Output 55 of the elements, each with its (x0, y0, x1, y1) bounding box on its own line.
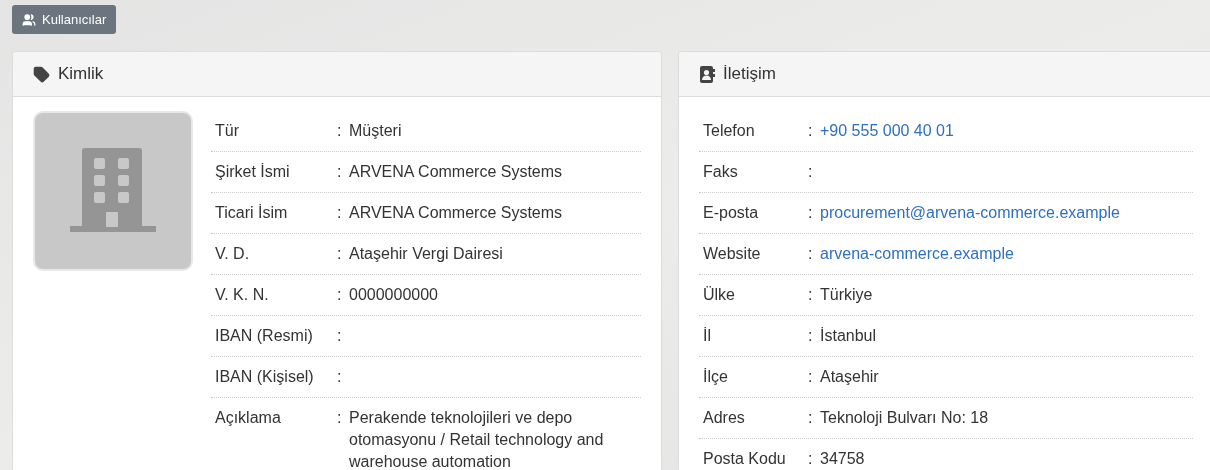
colon: : (808, 326, 814, 346)
building-icon (70, 148, 156, 234)
colon: : (337, 121, 343, 141)
field-label: Tür (215, 121, 240, 141)
tag-icon (33, 65, 50, 83)
field-value: ARVENA Commerce Systems (349, 203, 564, 223)
users-icon (22, 12, 36, 27)
colon: : (337, 162, 343, 182)
colon: : (808, 449, 814, 469)
field-label: Ülke (703, 285, 736, 305)
colon: : (337, 326, 343, 346)
link[interactable]: procurement@arvena-commerce.example (820, 203, 1189, 223)
address-book-icon (699, 65, 715, 83)
link[interactable]: arvena-commerce.example (820, 244, 1189, 264)
users-button[interactable]: Kullanıcılar (12, 5, 117, 34)
field-label: Posta Kodu (703, 449, 787, 469)
field-value: 0000000000 (349, 285, 439, 305)
field-value: Türkiye (820, 285, 874, 305)
field-label: Faks (703, 162, 739, 182)
field-value: Ataşehir Vergi Dairesi (349, 244, 504, 264)
field-label: Website (703, 244, 762, 264)
field-value: Teknoloji Bulvarı No: 18 (820, 408, 990, 428)
colon: : (808, 244, 814, 264)
field-label: IBAN (Resmi) (215, 326, 314, 346)
field-label: Ticari İsim (215, 203, 289, 223)
colon: : (808, 162, 814, 182)
field-label: İlçe (703, 367, 729, 387)
field-label: E-posta (703, 203, 760, 223)
colon: : (337, 203, 343, 223)
card-title: İletişim (723, 64, 776, 84)
colon: : (337, 408, 343, 428)
field-label: İl (703, 326, 712, 346)
field-label: Açıklama (215, 408, 282, 428)
colon: : (337, 244, 343, 264)
field-label: Adres (703, 408, 746, 428)
colon: : (808, 121, 814, 141)
colon: : (808, 367, 814, 387)
field-value: Ataşehir (820, 367, 880, 387)
colon: : (337, 367, 343, 387)
colon: : (808, 285, 814, 305)
field-value: 34758 (820, 449, 866, 469)
field-label: Şirket İsmi (215, 162, 291, 182)
link[interactable]: +90 555 000 40 01 (820, 121, 1189, 141)
field-label: IBAN (Kişisel) (215, 367, 315, 387)
field-label: Telefon (703, 121, 756, 141)
field-label: V. K. N. (215, 285, 270, 305)
colon: : (808, 408, 814, 428)
colon: : (337, 285, 343, 305)
field-value: İstanbul (820, 326, 878, 346)
field-label: V. D. (215, 244, 251, 264)
field-value: Müşteri (349, 121, 403, 141)
field-value: ARVENA Commerce Systems (349, 162, 564, 182)
colon: : (808, 203, 814, 223)
card-title: Kimlik (58, 64, 104, 84)
field-value: Perakende teknolojileri ve depo otomasyonu / Retail technology and warehouse automation (349, 408, 605, 470)
